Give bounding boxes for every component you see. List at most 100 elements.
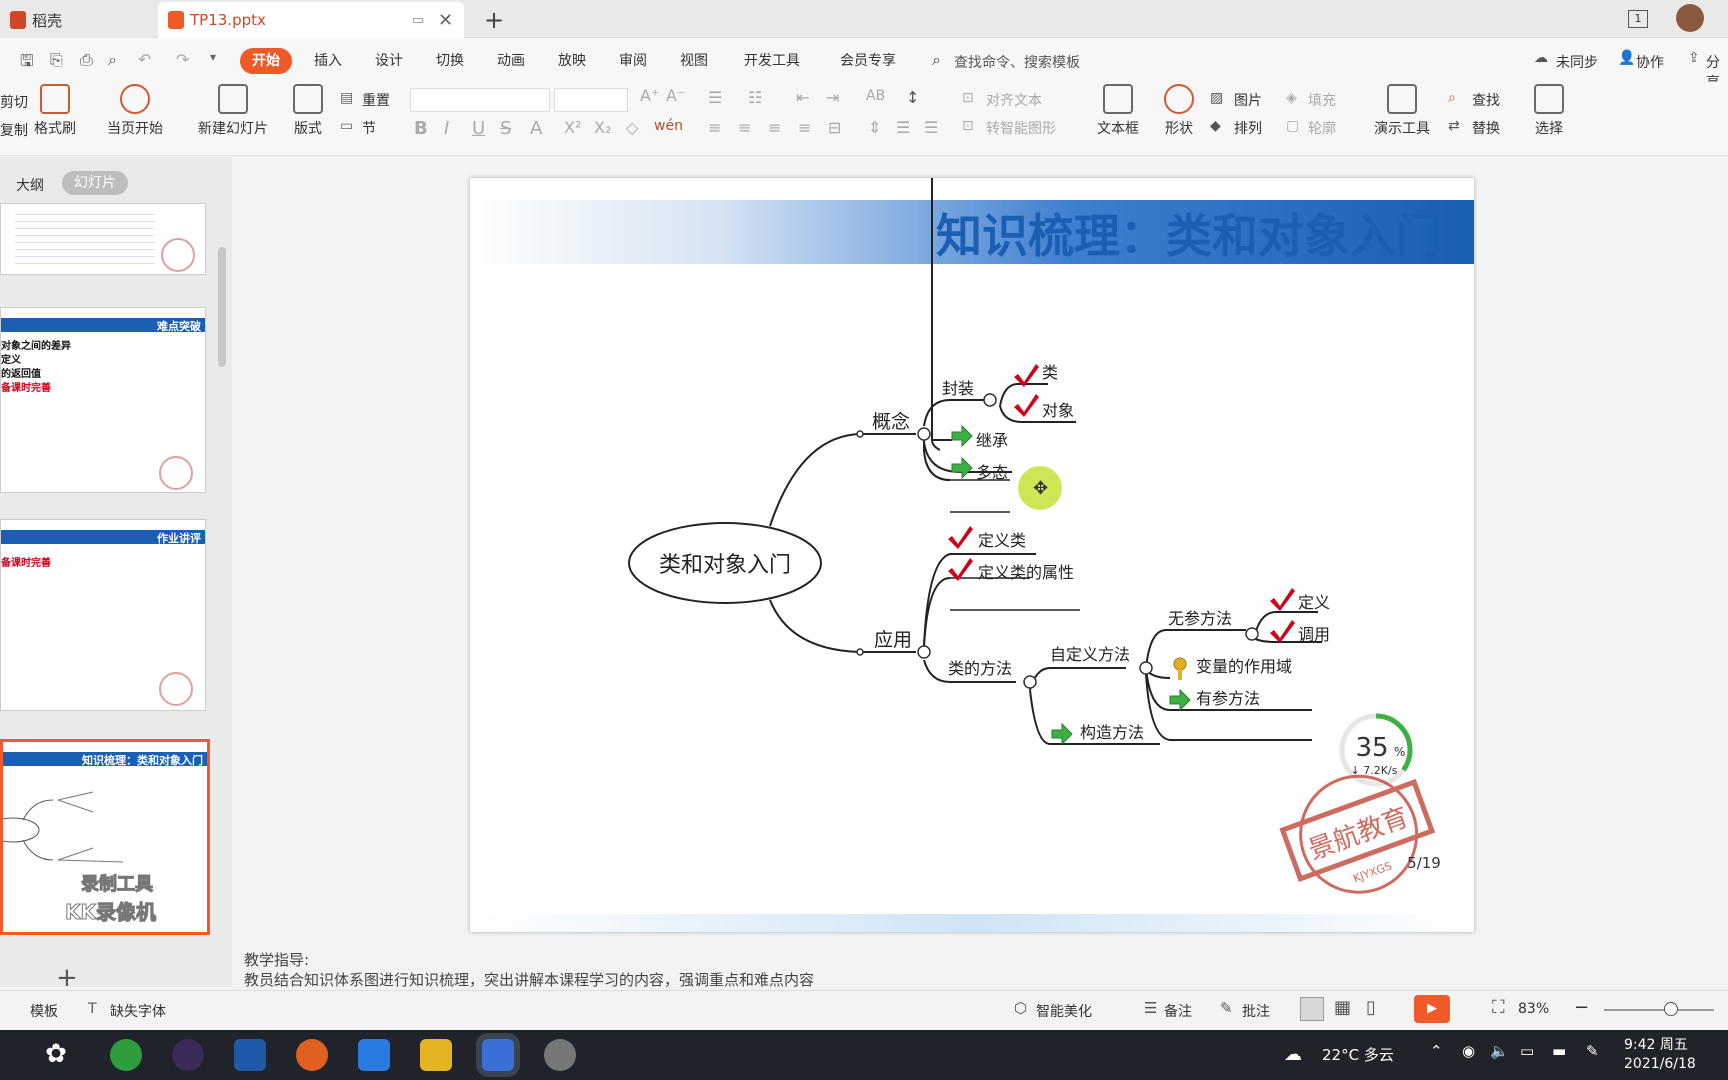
- indent-increase-icon[interactable]: ⇥: [826, 88, 839, 107]
- format-painter-button[interactable]: 格式刷: [30, 84, 80, 138]
- def-class-label[interactable]: 定义类: [978, 531, 1026, 550]
- shrink-font-icon[interactable]: A⁻: [666, 86, 685, 105]
- template-button[interactable]: 模板: [30, 1001, 58, 1021]
- beautify-button[interactable]: 智能美化: [1036, 1001, 1092, 1021]
- poly-label[interactable]: 多态: [976, 463, 1008, 482]
- invoke-label[interactable]: 调用: [1298, 625, 1330, 644]
- param-method-label[interactable]: 有参方法: [1196, 689, 1260, 708]
- outline-button[interactable]: 轮廓: [1308, 118, 1336, 138]
- zoom-slider[interactable]: [1604, 1009, 1714, 1011]
- menu-animation[interactable]: 动画: [497, 48, 525, 74]
- class-label[interactable]: 类: [1042, 363, 1058, 382]
- menu-design[interactable]: 设计: [375, 48, 403, 74]
- chevron-down-icon[interactable]: ▾: [210, 50, 216, 64]
- window-count-badge[interactable]: 1: [1628, 10, 1648, 28]
- column-icon[interactable]: ⇕: [868, 118, 881, 137]
- shape-button[interactable]: 形状: [1156, 84, 1202, 138]
- select-button[interactable]: 选择: [1526, 84, 1572, 138]
- battery-icon[interactable]: ▬: [1552, 1042, 1566, 1060]
- find-button[interactable]: 查找: [1472, 90, 1500, 110]
- font-name-select[interactable]: [410, 88, 550, 112]
- avatar[interactable]: [1676, 4, 1704, 32]
- class-method-label[interactable]: 类的方法: [948, 659, 1012, 678]
- qq-icon[interactable]: ◉: [1462, 1042, 1475, 1060]
- print-icon[interactable]: ⎙: [80, 50, 93, 70]
- preview-icon[interactable]: ⌕: [108, 50, 117, 70]
- menu-slideshow[interactable]: 放映: [558, 48, 586, 74]
- encapsulation-label[interactable]: 封装: [942, 379, 974, 398]
- search-input[interactable]: 查找命令、搜索模板: [954, 52, 1080, 72]
- distribute-icon[interactable]: ⊟: [828, 118, 841, 137]
- to-smartart-button[interactable]: 转智能图形: [986, 118, 1056, 138]
- menu-member[interactable]: 会员专享: [840, 48, 896, 74]
- replace-button[interactable]: 替换: [1472, 118, 1500, 138]
- from-current-button[interactable]: 当页开始: [98, 84, 172, 138]
- define-label[interactable]: 定义: [1298, 593, 1330, 612]
- arrange-button[interactable]: 排列: [1234, 118, 1262, 138]
- text-dir-icon[interactable]: ☰: [924, 118, 938, 137]
- start-icon[interactable]: ✿: [40, 1039, 72, 1071]
- def-attr-label[interactable]: 定义类的属性: [978, 563, 1074, 582]
- italic-icon[interactable]: I: [444, 118, 449, 139]
- cut-button[interactable]: 剪切: [0, 92, 28, 112]
- align-text-button[interactable]: 对齐文本: [986, 90, 1042, 110]
- clock-time[interactable]: 9:42 周五: [1624, 1034, 1688, 1054]
- fill-button[interactable]: 填充: [1308, 90, 1336, 110]
- zoom-slider-handle[interactable]: [1664, 1002, 1678, 1016]
- slide-canvas[interactable]: 知识梳理：类和对象入门 类和对象入门 概念 封装 类 对象 继承 多态 应用 定…: [470, 178, 1474, 932]
- tab-outline[interactable]: 大纲: [16, 175, 44, 195]
- custom-method-label[interactable]: 自定义方法: [1050, 645, 1130, 664]
- text-case-icon[interactable]: AB: [866, 88, 885, 104]
- eclipse-icon[interactable]: [172, 1039, 204, 1071]
- tray-expand-icon[interactable]: ⌃: [1430, 1042, 1443, 1060]
- tab-slides[interactable]: 幻灯片: [62, 171, 128, 195]
- tab-docer-home[interactable]: 稻壳: [0, 2, 155, 38]
- var-scope-label[interactable]: 变量的作用域: [1196, 657, 1292, 676]
- clear-format-icon[interactable]: ◇: [626, 118, 638, 137]
- align-right-icon[interactable]: ≡: [768, 118, 781, 137]
- reset-button[interactable]: 重置: [362, 90, 390, 110]
- menu-review[interactable]: 审阅: [619, 48, 647, 74]
- fit-window-icon[interactable]: ⛶: [1492, 997, 1505, 1018]
- comments-button[interactable]: 批注: [1242, 1001, 1270, 1021]
- bullet-list-icon[interactable]: ☰: [708, 88, 722, 107]
- export-icon[interactable]: ⎘: [50, 50, 63, 70]
- picture-button[interactable]: 图片: [1234, 90, 1262, 110]
- sync-status[interactable]: 未同步: [1556, 52, 1598, 72]
- align-center-icon[interactable]: ≡: [738, 118, 751, 137]
- pin-icon[interactable]: ▭: [412, 13, 424, 28]
- pen-icon[interactable]: ✎: [1586, 1042, 1599, 1060]
- pinyin-icon[interactable]: wén: [654, 118, 683, 134]
- missing-font-button[interactable]: 缺失字体: [110, 1001, 166, 1021]
- volume-icon[interactable]: 🔈: [1490, 1042, 1509, 1060]
- align-left-icon[interactable]: ≡: [708, 118, 721, 137]
- remarks-button[interactable]: 备注: [1164, 1001, 1192, 1021]
- bold-icon[interactable]: B: [414, 118, 428, 139]
- no-param-label[interactable]: 无参方法: [1168, 609, 1232, 628]
- weather-text[interactable]: 22°C 多云: [1322, 1044, 1394, 1065]
- contacts-icon[interactable]: [358, 1039, 390, 1071]
- strike-icon[interactable]: S: [500, 118, 511, 139]
- indent-decrease-icon[interactable]: ⇤: [796, 88, 809, 107]
- slide-thumbnail-5-selected[interactable]: 知识梳理：类和对象入门 录制工具 KK录像机: [0, 739, 210, 935]
- font-size-select[interactable]: [554, 88, 628, 112]
- network-icon[interactable]: ▭: [1520, 1042, 1534, 1060]
- thumbnail-scrollbar[interactable]: [218, 247, 226, 367]
- menu-developer[interactable]: 开发工具: [744, 48, 800, 74]
- zoom-out-icon[interactable]: −: [1574, 997, 1589, 1018]
- justify-icon[interactable]: ≡: [798, 118, 811, 137]
- constructor-label[interactable]: 构造方法: [1080, 723, 1144, 742]
- menu-insert[interactable]: 插入: [314, 48, 342, 74]
- close-tab-icon[interactable]: ✕: [438, 10, 453, 31]
- new-slide-button[interactable]: 新建幻灯片: [190, 84, 276, 138]
- inherit-label[interactable]: 继承: [976, 431, 1008, 450]
- font-color-icon[interactable]: A: [530, 118, 542, 139]
- object-label[interactable]: 对象: [1042, 401, 1074, 420]
- apply-label[interactable]: 应用: [874, 629, 912, 651]
- menu-transition[interactable]: 切换: [436, 48, 464, 74]
- slide-thumbnail-3[interactable]: 作业讲评 备课时完善: [0, 519, 206, 711]
- save-icon[interactable]: 🖫: [20, 50, 34, 77]
- collab-button[interactable]: 协作: [1636, 52, 1664, 72]
- grow-font-icon[interactable]: A⁺: [640, 86, 659, 105]
- section-button[interactable]: 节: [362, 118, 376, 138]
